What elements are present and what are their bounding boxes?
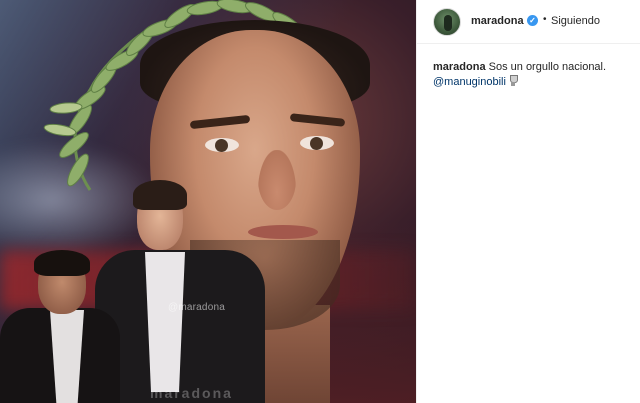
separator-dot: • <box>543 14 547 25</box>
man-in-suit-right <box>95 180 265 403</box>
right-eye <box>300 136 334 150</box>
caption-username[interactable]: maradona <box>433 61 486 73</box>
verified-badge-icon: ✓ <box>527 15 538 26</box>
shirt <box>145 252 185 392</box>
hair <box>34 250 90 276</box>
trophy-icon <box>509 75 518 86</box>
post-image[interactable]: @maradona maradona <box>0 0 416 403</box>
hair <box>133 180 187 210</box>
header-username[interactable]: maradona <box>471 15 524 27</box>
avatar[interactable] <box>433 8 461 36</box>
watermark-bottom: maradona <box>150 385 233 401</box>
post-side-panel: maradona ✓ • Siguiendo maradona Sos un o… <box>416 0 640 403</box>
watermark-center: @maradona <box>168 302 225 313</box>
post-header: maradona ✓ • Siguiendo <box>417 0 640 44</box>
following-button[interactable]: Siguiendo <box>551 15 600 27</box>
left-eye <box>205 138 239 152</box>
avatar-figure <box>444 15 452 31</box>
caption: maradona Sos un orgullo nacional. @manug… <box>433 60 633 90</box>
caption-text: Sos un orgullo nacional. <box>488 61 607 73</box>
man-in-suit-left <box>0 250 120 403</box>
mention-link[interactable]: @manuginobili <box>433 76 506 88</box>
